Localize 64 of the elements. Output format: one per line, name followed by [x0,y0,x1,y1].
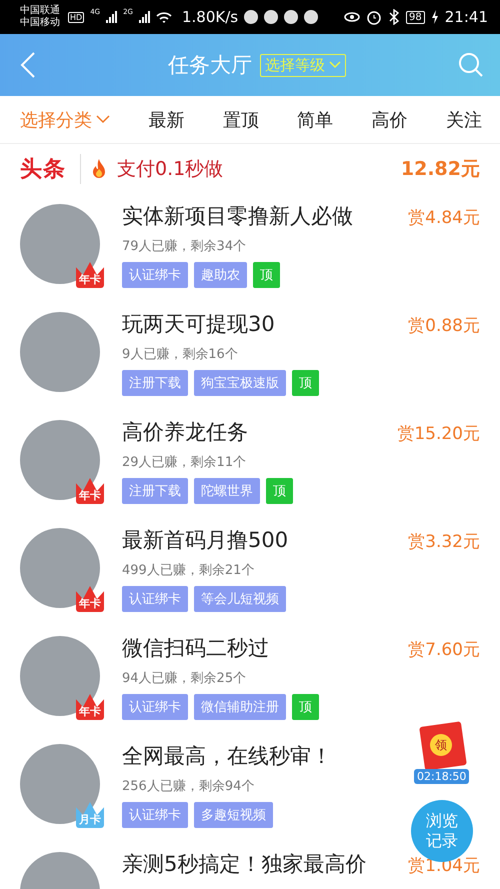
task-stats: 256人已赚，剩余94个 [122,778,256,795]
notification-icon [304,10,318,24]
task-title[interactable]: 实体新项目零撸新人必做 [122,202,353,230]
task-stats: 9人已赚，剩余16个 [122,346,239,363]
category-tag: 陀螺世界 [194,478,260,504]
task-stats: 79人已赚，剩余34个 [122,238,248,255]
category-tab[interactable]: 最新 [148,108,184,132]
category-tab[interactable]: 简单 [297,108,334,132]
carrier-name: 中国联通 [20,5,60,16]
notification-icon [284,10,298,24]
bluetooth-icon [388,9,400,25]
task-title[interactable]: 亲测5秒搞定！独家最高价 [122,850,366,878]
headline-brand: 头条 [20,154,81,184]
task-reward: 赏3.32元 [408,531,480,553]
carrier-name: 中国移动 [20,17,60,29]
caret-icon [329,61,341,69]
task-stats: 499人已赚，剩余21个 [122,562,256,579]
category-tag: 等会儿短视频 [194,586,286,612]
task-stats: 94人已赚，剩余25个 [122,670,248,687]
category-tab[interactable]: 关注 [446,108,482,132]
category-tag: 微信辅助注册 [194,694,286,720]
task-title[interactable]: 最新首码月撸500 [122,526,288,554]
battery-level: 98 [406,10,425,24]
pinned-tag: 顶 [292,694,319,720]
category-tag: 认证绑卡 [122,694,188,720]
signal-icon [106,11,118,23]
headline-amount: 12.82元 [400,157,480,182]
category-tag: 认证绑卡 [122,586,188,612]
pinned-tag: 顶 [253,262,280,288]
page-title: 任务大厅 [168,52,252,79]
category-tag: 注册下载 [122,478,188,504]
countdown-timer: 02:18:50 [414,769,470,784]
task-reward: 赏0.88元 [408,315,480,337]
task-reward: 赏4.84元 [408,207,480,229]
task-title[interactable]: 玩两天可提现30 [122,310,275,338]
signal-icon [138,11,150,23]
task-title[interactable]: 高价养龙任务 [122,418,248,446]
category-tag: 多趣短视频 [194,802,273,828]
task-stats: 29人已赚，剩余11个 [122,454,248,471]
task-title[interactable]: 微信扫码二秒过 [122,634,269,662]
charging-icon [430,10,439,24]
network-speed: 1.80K/s [182,8,238,26]
category-tag: 趣助农 [194,262,247,288]
pinned-tag: 顶 [292,370,319,396]
category-tab[interactable]: 置顶 [222,108,259,132]
notification-icon [244,10,258,24]
category-tag: 认证绑卡 [122,802,188,828]
clock-time: 21:41 [444,8,488,26]
task-title[interactable]: 全网最高，在线秒审！ [122,742,332,770]
wifi-icon [156,11,172,23]
category-tab[interactable]: 高价 [372,108,408,132]
flame-icon [91,159,107,179]
task-reward: 赏7.60元 [408,639,480,661]
headline-text[interactable]: 支付0.1秒做 [117,156,391,182]
category-tag: 认证绑卡 [122,262,188,288]
category-tag: 注册下载 [122,370,188,396]
pinned-tag: 顶 [266,478,293,504]
back-button[interactable] [20,51,36,79]
category-tag: 狗宝宝极速版 [194,370,286,396]
search-button[interactable] [458,52,484,78]
alarm-icon [366,9,382,25]
task-reward: 赏15.20元 [397,423,480,445]
notification-icon [264,10,278,24]
hd-badge: HD [68,12,84,22]
